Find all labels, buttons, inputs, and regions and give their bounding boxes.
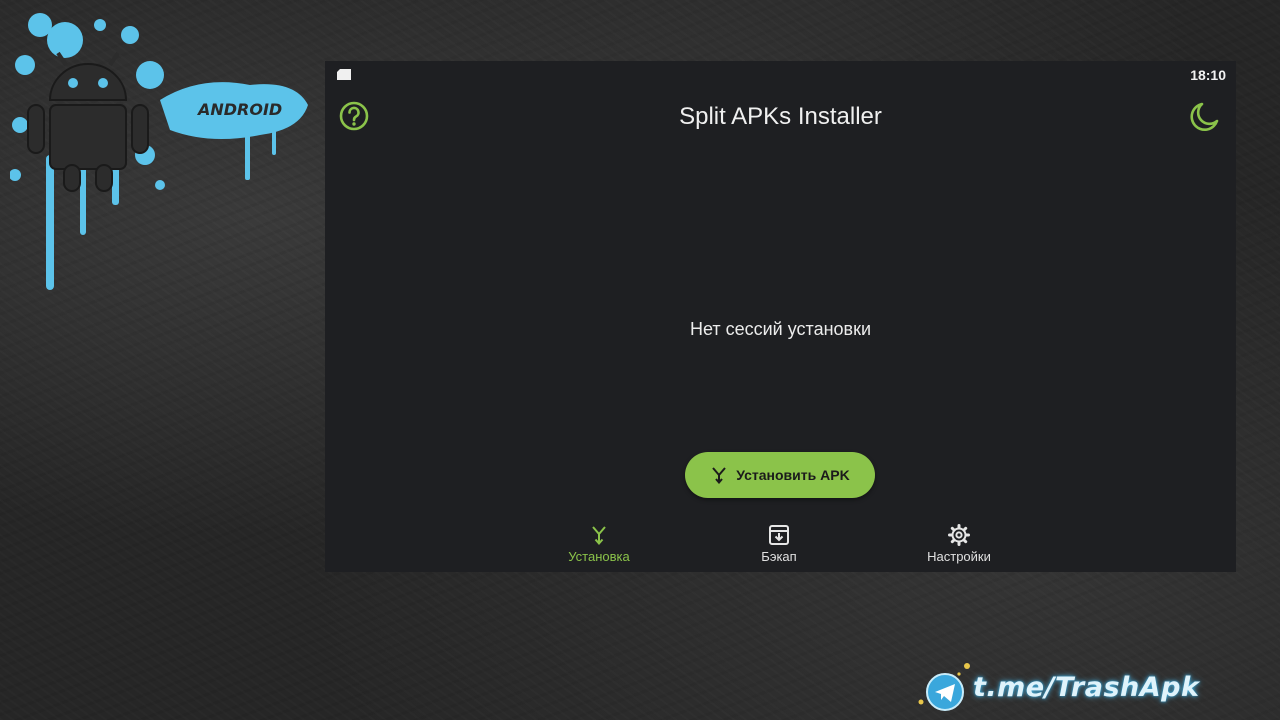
gear-icon bbox=[948, 524, 970, 546]
bottom-navigation: Установка Бэкап Настройки bbox=[325, 514, 1236, 572]
svg-text:ANDROID: ANDROID bbox=[196, 100, 282, 119]
phone-screen: 18:10 Split APKs Installer Нет сессий ус… bbox=[325, 61, 1236, 572]
status-bar: 18:10 bbox=[325, 61, 1236, 87]
nav-label-backup: Бэкап bbox=[761, 549, 797, 564]
sd-card-icon bbox=[337, 69, 351, 80]
app-title: Split APKs Installer bbox=[679, 103, 882, 130]
install-apk-button[interactable]: Установить APK bbox=[685, 452, 875, 498]
telegram-link-text: t.me/TrashApk bbox=[973, 672, 1200, 703]
install-apk-label: Установить APK bbox=[736, 467, 850, 483]
telegram-watermark: t.me/TrashApk bbox=[915, 660, 1235, 715]
nav-label-settings: Настройки bbox=[927, 549, 991, 564]
nav-label-install: Установка bbox=[568, 549, 630, 564]
nav-item-install[interactable]: Установка bbox=[539, 518, 659, 568]
nav-item-settings[interactable]: Настройки bbox=[899, 518, 1019, 568]
empty-sessions-message: Нет сессий установки bbox=[689, 319, 872, 339]
nav-item-backup[interactable]: Бэкап bbox=[719, 518, 839, 568]
status-time: 18:10 bbox=[1190, 67, 1226, 83]
moon-icon[interactable] bbox=[1188, 99, 1222, 133]
archive-icon bbox=[769, 525, 789, 545]
split-arrow-icon bbox=[712, 467, 727, 484]
android-logo: ANDROID bbox=[10, 13, 308, 290]
split-arrow-icon bbox=[592, 526, 606, 546]
telegram-icon bbox=[918, 663, 970, 711]
app-bar: Split APKs Installer bbox=[325, 91, 1236, 147]
